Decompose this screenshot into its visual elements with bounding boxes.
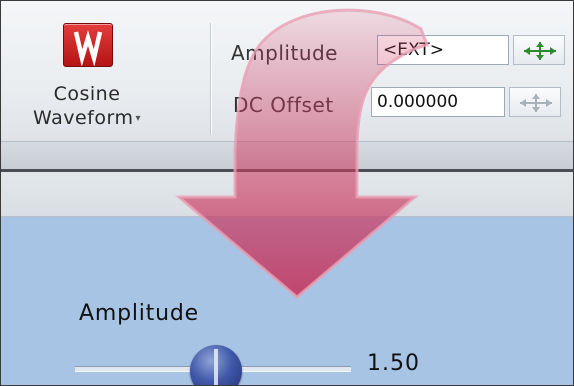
amplitude-field[interactable]: <EXT> bbox=[377, 35, 509, 65]
spin-arrows-icon bbox=[524, 42, 556, 60]
amplitude-spin-control[interactable] bbox=[513, 35, 565, 65]
panel-amplitude-label: Amplitude bbox=[79, 301, 199, 326]
dc-offset-label: DC Offset bbox=[233, 93, 334, 117]
amplitude-label: Amplitude bbox=[231, 41, 338, 65]
toolbar-gap-band bbox=[1, 172, 573, 217]
ribbon-separator bbox=[210, 23, 211, 135]
ribbon-footer-band bbox=[1, 141, 573, 170]
waveform-icon bbox=[63, 23, 113, 67]
screenshot-frame: Cosine Waveform ▾ Amplitude <EXT> DC Offs… bbox=[0, 0, 574, 386]
cosine-waveform-button[interactable]: Cosine Waveform ▾ bbox=[1, 9, 197, 133]
waveform-label-line1: Cosine bbox=[53, 83, 121, 105]
spin-arrows-icon bbox=[520, 94, 552, 112]
waveform-label-text: Waveform bbox=[33, 107, 134, 129]
dc-offset-spin-control[interactable] bbox=[509, 87, 561, 117]
waveform-label-line2: Waveform ▾ bbox=[1, 107, 173, 129]
amplitude-slider-value: 1.50 bbox=[367, 351, 420, 376]
dc-offset-field[interactable]: 0.000000 bbox=[371, 87, 505, 117]
dropdown-caret-icon[interactable]: ▾ bbox=[135, 113, 141, 124]
ribbon: Cosine Waveform ▾ Amplitude <EXT> DC Offs… bbox=[1, 1, 573, 141]
